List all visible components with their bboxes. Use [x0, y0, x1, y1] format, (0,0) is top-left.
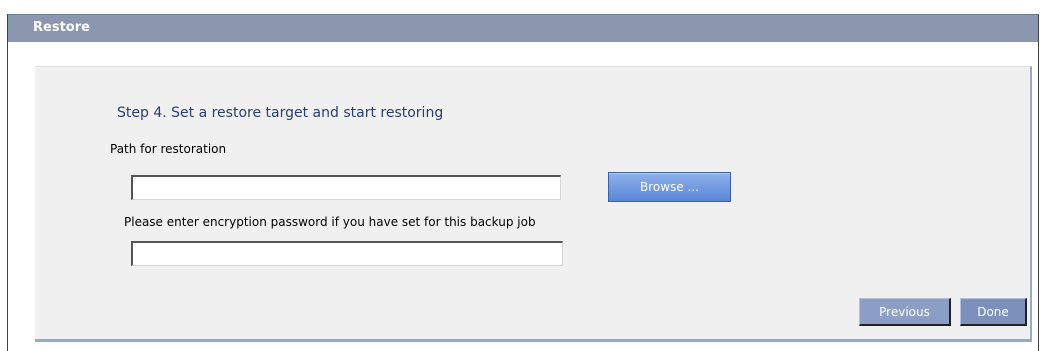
browse-button[interactable]: Browse ... — [608, 172, 731, 202]
restore-step-panel: Step 4. Set a restore target and start r… — [35, 66, 1032, 342]
restore-window: Restore Step 4. Set a restore target and… — [7, 14, 1039, 351]
password-label: Please enter encryption password if you … — [124, 215, 536, 229]
window-title: Restore — [33, 20, 90, 35]
path-label: Path for restoration — [110, 142, 227, 156]
done-button[interactable]: Done — [960, 298, 1027, 326]
restore-path-input[interactable] — [131, 175, 561, 200]
encryption-password-input[interactable] — [131, 241, 563, 266]
step-title: Step 4. Set a restore target and start r… — [117, 105, 444, 121]
previous-button[interactable]: Previous — [859, 298, 951, 326]
window-titlebar: Restore — [8, 14, 1038, 42]
